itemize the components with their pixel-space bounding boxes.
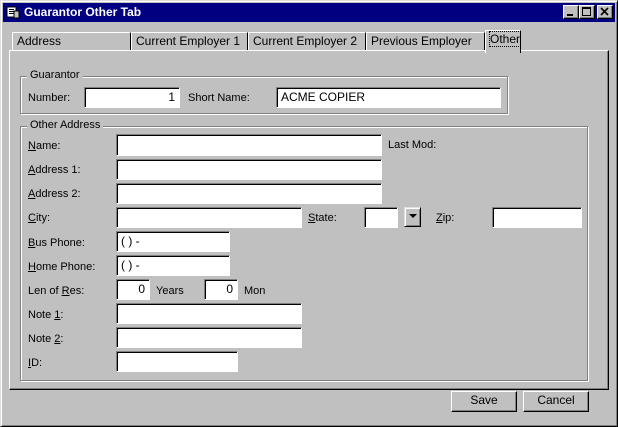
note2-label: Note 2:: [28, 333, 64, 345]
short-name-label: Short Name:: [188, 92, 250, 104]
tab-panel-other: Guarantor Number: 1 Short Name: ACME COP…: [9, 50, 609, 390]
name-field[interactable]: [116, 134, 382, 156]
tab-label: Current Employer 1: [136, 34, 241, 48]
short-name-field[interactable]: ACME COPIER: [276, 87, 501, 108]
tab-label: Address: [17, 34, 62, 48]
tab-other[interactable]: Other: [485, 30, 522, 53]
number-label: Number:: [28, 92, 71, 104]
guarantor-other-window: Guarantor Other Tab Address Current Empl…: [0, 0, 618, 427]
state-label: State:: [308, 212, 337, 224]
minimize-icon: [567, 14, 573, 16]
cancel-button[interactable]: Cancel: [523, 391, 589, 412]
chevron-down-icon: [409, 214, 417, 218]
last-mod-label: Last Mod:: [388, 139, 437, 151]
window-title: Guarantor Other Tab: [24, 5, 142, 19]
tab-current-employer-1[interactable]: Current Employer 1: [131, 32, 248, 51]
zip-label: Zip:: [436, 212, 455, 224]
years-label: Years: [156, 285, 184, 297]
guarantor-number-field[interactable]: 1: [84, 87, 180, 108]
close-icon: [600, 7, 609, 16]
maximize-icon: [582, 7, 591, 16]
app-icon: [6, 5, 20, 19]
tab-label: Previous Employer: [371, 34, 472, 48]
bus-phone-field[interactable]: ( ) -: [116, 231, 230, 252]
tab-previous-employer[interactable]: Previous Employer: [366, 32, 485, 51]
len-of-res-label: Len of Res:: [28, 285, 85, 297]
state-field[interactable]: [364, 207, 398, 228]
note1-field[interactable]: [116, 303, 302, 324]
address1-label: Address 1:: [28, 164, 81, 176]
tab-label: Other: [488, 31, 522, 47]
close-button[interactable]: [597, 5, 613, 19]
id-field[interactable]: [116, 351, 238, 372]
note2-field[interactable]: [116, 327, 302, 348]
minimize-button[interactable]: [563, 5, 579, 19]
city-field[interactable]: [116, 207, 302, 228]
other-address-group-title: Other Address: [27, 119, 104, 131]
city-label: City:: [28, 212, 51, 224]
months-label: Mon: [244, 285, 266, 297]
save-button[interactable]: Save: [451, 391, 517, 412]
address2-label: Address 2:: [28, 188, 81, 200]
tab-current-employer-2[interactable]: Current Employer 2: [248, 32, 366, 51]
id-label: ID:: [28, 357, 43, 369]
zip-field[interactable]: [492, 207, 582, 228]
title-bar[interactable]: Guarantor Other Tab: [3, 3, 615, 22]
tab-label: Current Employer 2: [253, 34, 358, 48]
address1-field[interactable]: [116, 159, 382, 180]
guarantor-group-title: Guarantor: [27, 69, 83, 81]
state-dropdown-button[interactable]: [404, 207, 421, 227]
maximize-button[interactable]: [579, 5, 595, 19]
name-label: Name:: [28, 140, 61, 152]
home-phone-field[interactable]: ( ) -: [116, 255, 230, 276]
home-phone-label: Home Phone:: [28, 261, 96, 273]
years-field[interactable]: 0: [116, 279, 150, 300]
months-field[interactable]: 0: [204, 279, 238, 300]
bus-phone-label: Bus Phone:: [28, 237, 85, 249]
tab-address[interactable]: Address: [12, 32, 131, 51]
note1-label: Note 1:: [28, 309, 64, 321]
address2-field[interactable]: [116, 183, 382, 204]
